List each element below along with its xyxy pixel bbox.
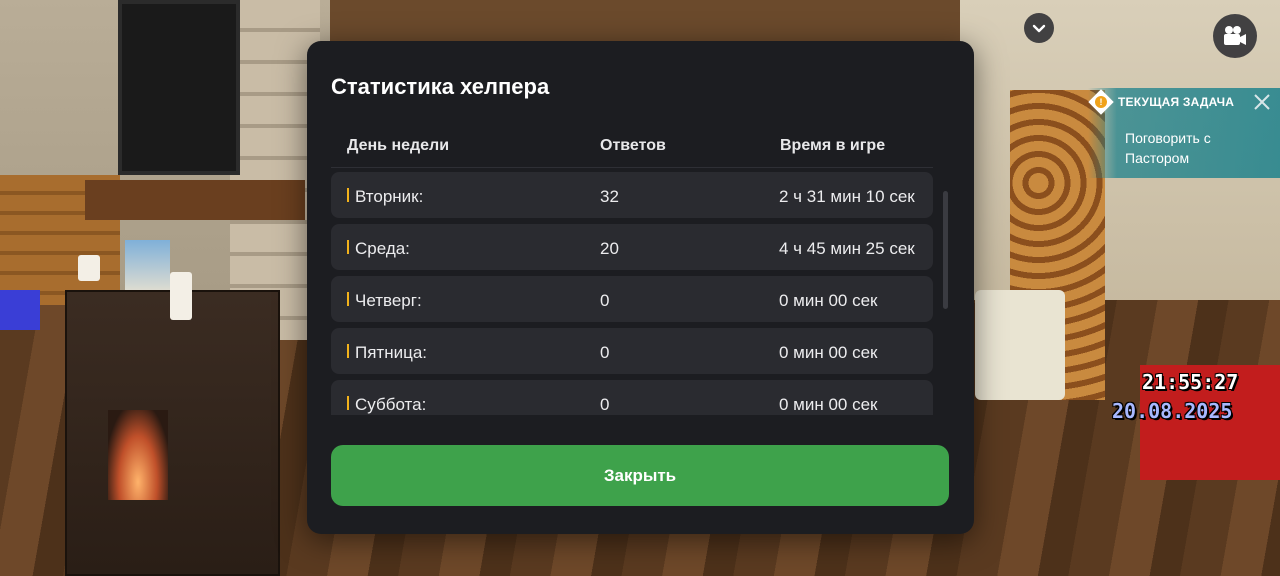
row-day: Четверг: <box>355 291 422 310</box>
row-day: Вторник: <box>355 187 424 206</box>
table-row: Суббота: 0 0 мин 00 сек <box>331 380 933 415</box>
row-time: 0 мин 00 сек <box>779 343 878 362</box>
task-alert-icon: ! <box>1088 89 1114 115</box>
row-time: 4 ч 45 мин 25 сек <box>779 239 915 258</box>
game-clock: 21:55:27 <box>1142 370 1239 394</box>
close-icon[interactable] <box>1252 92 1272 112</box>
chevron-down-icon <box>1032 24 1046 33</box>
row-marker <box>347 396 349 410</box>
table-row: Вторник: 32 2 ч 31 мин 10 сек <box>331 172 933 218</box>
row-marker <box>347 344 349 358</box>
row-answers: 0 <box>600 343 610 362</box>
close-button[interactable]: Закрыть <box>331 445 949 506</box>
camera-button[interactable] <box>1213 14 1257 58</box>
table-row: Четверг: 0 0 мин 00 сек <box>331 276 933 322</box>
helper-stats-dialog: Статистика хелпера День недели Ответов В… <box>307 41 974 534</box>
row-marker <box>347 240 349 254</box>
row-time: 0 мин 00 сек <box>779 291 878 310</box>
task-header-label: ТЕКУЩАЯ ЗАДАЧА <box>1118 95 1235 109</box>
column-header-time: Время в игре <box>780 137 886 154</box>
row-marker <box>347 292 349 306</box>
game-date: 20.08.2025 <box>1112 399 1233 423</box>
table-row: Пятница: 0 0 мин 00 сек <box>331 328 933 374</box>
hud-collapse-button[interactable] <box>1024 13 1054 43</box>
video-camera-icon <box>1224 26 1246 45</box>
row-day: Пятница: <box>355 343 428 362</box>
scene-candle <box>170 272 192 320</box>
scene-tv <box>118 0 240 175</box>
scene-shelf <box>85 180 305 220</box>
current-task-panel: ! ТЕКУЩАЯ ЗАДАЧА Поговорить с Пастором <box>1088 88 1280 178</box>
table-scrollbar[interactable] <box>943 191 948 309</box>
row-answers: 32 <box>600 187 619 206</box>
scene-candle <box>78 255 100 281</box>
scene-object <box>0 290 40 330</box>
scene-picture <box>125 240 170 295</box>
column-header-day: День недели <box>347 137 450 154</box>
scene-fire <box>108 410 168 500</box>
scene-table <box>975 290 1065 400</box>
row-day: Суббота: <box>355 395 427 414</box>
row-time: 2 ч 31 мин 10 сек <box>779 187 915 206</box>
dialog-title: Статистика хелпера <box>331 74 550 99</box>
stats-table-body[interactable]: Вторник: 32 2 ч 31 мин 10 сек Среда: 20 … <box>331 172 933 415</box>
column-header-answers: Ответов <box>600 137 666 154</box>
row-answers: 0 <box>600 395 610 414</box>
row-answers: 0 <box>600 291 610 310</box>
row-day: Среда: <box>355 239 410 258</box>
row-marker <box>347 188 349 202</box>
table-header: День недели Ответов Время в игре <box>331 133 933 168</box>
row-time: 0 мин 00 сек <box>779 395 878 414</box>
scene-fireplace <box>65 290 280 576</box>
table-row: Среда: 20 4 ч 45 мин 25 сек <box>331 224 933 270</box>
row-answers: 20 <box>600 239 619 258</box>
task-description: Поговорить с Пастором <box>1125 130 1211 166</box>
